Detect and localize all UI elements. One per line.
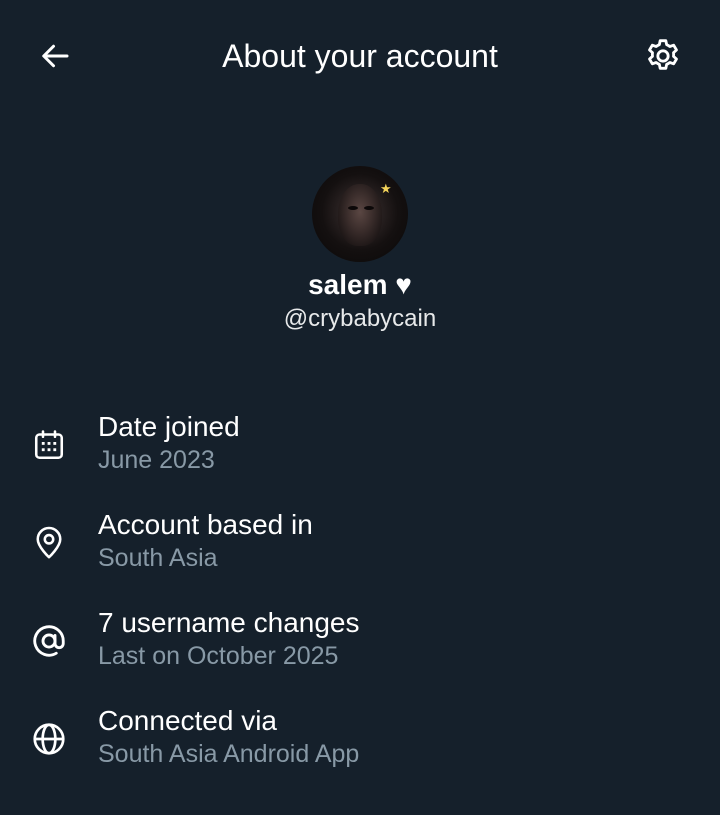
gear-icon (648, 39, 678, 70)
calendar-icon (28, 424, 70, 466)
username-handle: @crybabycain (283, 305, 437, 332)
at-sign-icon (28, 620, 70, 662)
location-pin-icon (28, 522, 70, 564)
star-icon: ★ (380, 181, 392, 196)
account-info-list: Date joined June 2023 Account based in S… (0, 406, 720, 798)
username-changes-value: Last on October 2025 (98, 642, 339, 670)
settings-button[interactable] (638, 32, 688, 80)
account-based-in-value: South Asia (98, 544, 218, 572)
avatar-eye-right (364, 206, 374, 210)
info-row-connected-via: Connected via South Asia Android App (0, 700, 720, 798)
connected-via-label: Connected via (98, 705, 278, 736)
date-joined-value: June 2023 (98, 446, 215, 474)
date-joined-label: Date joined (98, 411, 240, 442)
avatar-face (338, 184, 382, 246)
info-row-date-joined: Date joined June 2023 (0, 406, 720, 504)
connected-via-value: South Asia Android App (98, 740, 360, 768)
username-changes-label: 7 username changes (98, 607, 360, 638)
profile-summary: ★ salem ♥ @crybabycain (0, 166, 720, 334)
info-row-account-based-in: Account based in South Asia (0, 504, 720, 602)
account-based-in-label: Account based in (98, 509, 313, 540)
globe-icon (28, 718, 70, 760)
info-row-username-changes: 7 username changes Last on October 2025 (0, 602, 720, 700)
top-app-bar: About your account (0, 0, 720, 112)
display-name: salem ♥ (308, 269, 412, 300)
page-title: About your account (222, 38, 498, 74)
avatar-eye-left (348, 206, 358, 210)
avatar[interactable]: ★ (312, 166, 408, 262)
